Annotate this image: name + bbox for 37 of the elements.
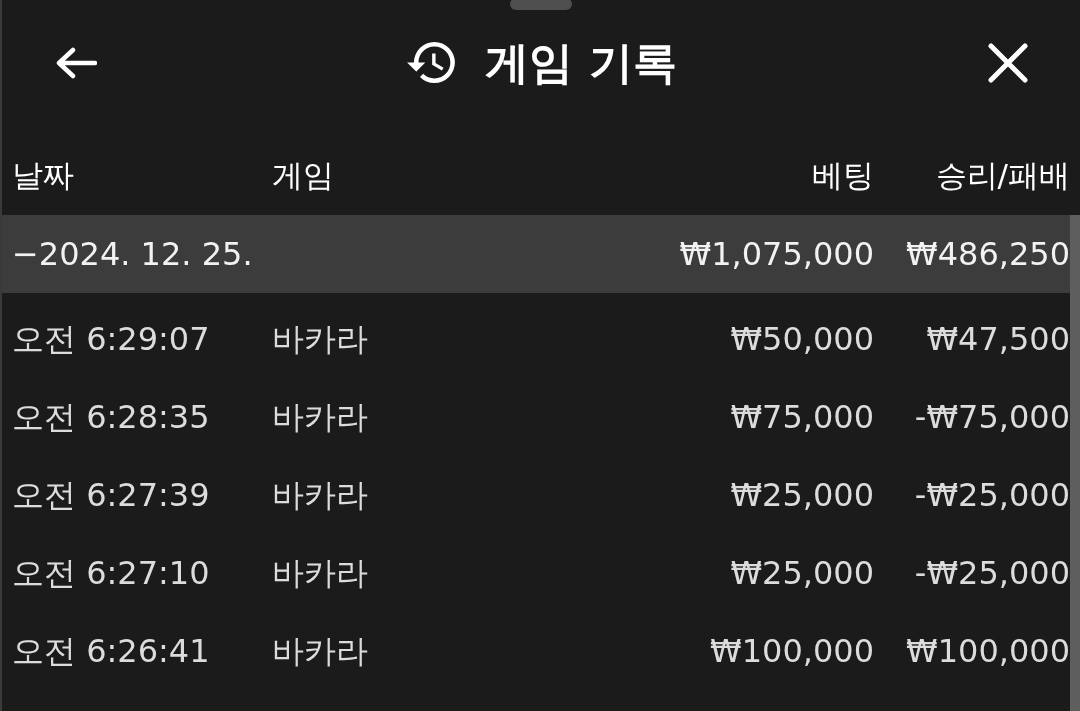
table-cell: ₩47,500 xyxy=(926,319,1070,359)
column-header: 승리/패배 xyxy=(935,156,1070,195)
table-cell: -₩25,000 xyxy=(914,475,1070,515)
table-cell: ₩50,000 xyxy=(730,319,874,359)
table-cell: 오전 6:27:10 xyxy=(12,553,210,593)
table-cell: 바카라 xyxy=(272,397,368,437)
back-button[interactable] xyxy=(55,47,97,79)
scrollbar-thumb[interactable] xyxy=(1070,215,1080,711)
table-cell: ₩25,000 xyxy=(730,553,874,593)
page-title: 게임 기록 xyxy=(485,36,677,90)
drag-handle[interactable] xyxy=(510,0,572,10)
table-cell: ₩100,000 xyxy=(906,631,1070,671)
back-arrow-icon xyxy=(55,47,97,79)
column-header: 베팅 xyxy=(812,156,874,195)
group-row[interactable]: −2024. 12. 25. ₩1,075,000 ₩486,250 xyxy=(2,215,1070,293)
table-cell: -₩25,000 xyxy=(914,553,1070,593)
close-button[interactable] xyxy=(987,42,1029,84)
table-cell: ₩75,000 xyxy=(730,397,874,437)
column-header: 날짜 xyxy=(12,156,74,195)
table-cell: ₩100,000 xyxy=(710,631,874,671)
table-cell: 바카라 xyxy=(272,319,368,359)
table-cell: 오전 6:29:07 xyxy=(12,319,210,359)
table-cell: 바카라 xyxy=(272,553,368,593)
table-cell: 오전 6:28:35 xyxy=(12,397,210,437)
table-cell: 바카라 xyxy=(272,475,368,515)
group-date: 2024. 12. 25. xyxy=(38,234,253,274)
column-header: 게임 xyxy=(272,156,334,195)
collapse-toggle[interactable]: − xyxy=(12,234,39,274)
close-icon xyxy=(987,42,1029,84)
table-cell: 오전 6:27:39 xyxy=(12,475,210,515)
group-total: ₩1,075,000 xyxy=(679,234,874,274)
group-total: ₩486,250 xyxy=(906,234,1070,274)
table-cell: 오전 6:26:41 xyxy=(12,631,210,671)
table-cell: ₩25,000 xyxy=(730,475,874,515)
table-cell: -₩75,000 xyxy=(914,397,1070,437)
table-cell: 바카라 xyxy=(272,631,368,671)
history-icon xyxy=(407,42,456,84)
